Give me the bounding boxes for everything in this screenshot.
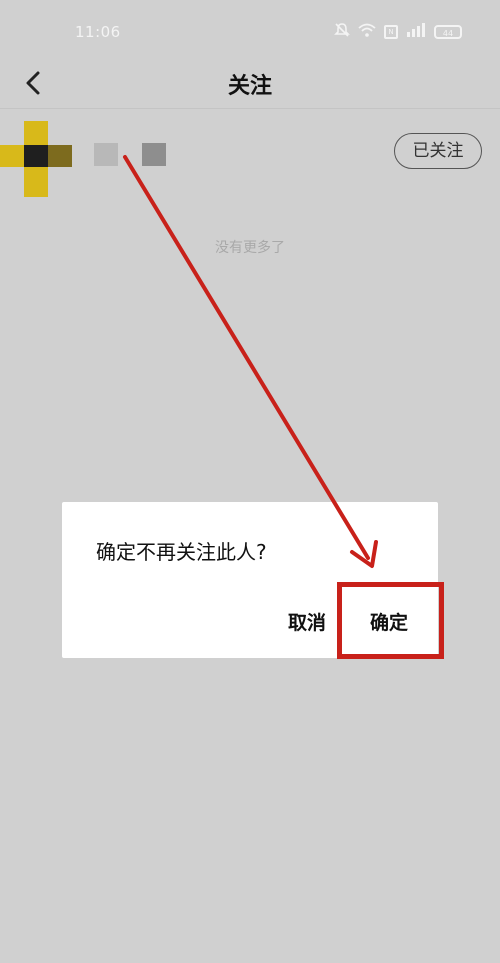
- followed-button[interactable]: 已关注: [394, 133, 482, 169]
- header: 关注: [0, 62, 500, 108]
- confirm-button[interactable]: 确定: [370, 608, 408, 635]
- battery-icon: 44: [434, 25, 462, 39]
- mute-icon: [334, 22, 350, 42]
- avatar-pixel: [24, 145, 48, 167]
- avatar[interactable]: [0, 121, 72, 197]
- avatar-pixel: [0, 145, 24, 167]
- status-bar: 11:06 N 44: [0, 0, 500, 62]
- redaction-block: [142, 143, 166, 166]
- follow-list-item[interactable]: 已关注: [0, 109, 500, 204]
- page-title: 关注: [227, 74, 272, 99]
- avatar-pixel: [48, 145, 72, 167]
- signal-icon: [406, 22, 426, 42]
- avatar-pixel: [24, 121, 48, 145]
- nfc-icon: N: [384, 25, 398, 39]
- dialog-message: 确定不再关注此人?: [96, 540, 267, 564]
- redaction-block: [94, 143, 118, 166]
- status-icons: N 44: [334, 22, 462, 42]
- unfollow-dialog: 确定不再关注此人? 取消 确定: [62, 502, 438, 658]
- avatar-pixel: [24, 167, 48, 197]
- username-redacted: [94, 143, 169, 167]
- following-page: 11:06 N 44 关注 已关注 没有更多了 确定不再关注此人? 取消 确定: [0, 0, 500, 963]
- wifi-icon: [358, 22, 376, 42]
- status-time: 11:06: [75, 23, 121, 41]
- cancel-button[interactable]: 取消: [288, 608, 326, 635]
- no-more-text: 没有更多了: [215, 240, 285, 256]
